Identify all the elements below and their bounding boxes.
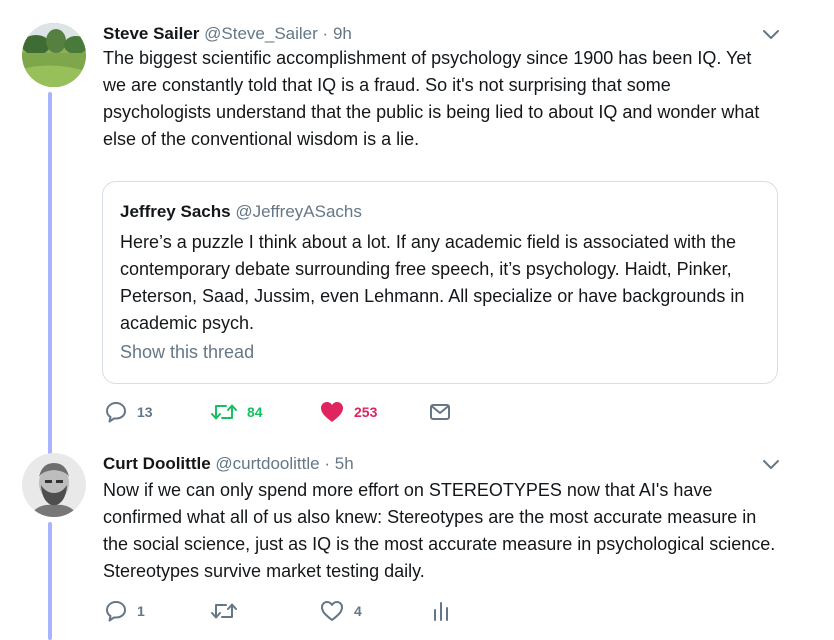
quoted-author-handle: @JeffreyASachs: [235, 202, 362, 221]
author-handle[interactable]: @curtdoolittle: [215, 454, 319, 473]
heart-icon: [321, 402, 343, 422]
quoted-tweet[interactable]: Jeffrey Sachs @JeffreyASachs Here’s a pu…: [102, 181, 778, 384]
reply-button[interactable]: 1: [105, 599, 145, 623]
like-button[interactable]: 4: [320, 599, 362, 623]
author-name[interactable]: Steve Sailer: [103, 24, 199, 43]
tweet-header: Curt Doolittle @curtdoolittle · 5h: [103, 453, 354, 475]
thread-line: [48, 522, 52, 640]
quoted-author-name: Jeffrey Sachs: [120, 202, 231, 221]
separator: ·: [324, 454, 330, 473]
reply-icon: [106, 601, 126, 622]
show-this-thread-link[interactable]: Show this thread: [120, 342, 254, 363]
analytics-button[interactable]: [431, 599, 451, 623]
envelope-icon: [430, 404, 450, 420]
direct-message-button[interactable]: [429, 400, 451, 424]
tweet-header: Steve Sailer @Steve_Sailer · 9h: [103, 23, 352, 45]
timestamp[interactable]: 9h: [333, 24, 352, 43]
tweet-text: The biggest scientific accomplishment of…: [103, 48, 760, 149]
thread-line: [48, 92, 52, 460]
quoted-tweet-text: Here’s a puzzle I think about a lot. If …: [120, 232, 745, 333]
bar-chart-icon: [434, 602, 448, 621]
reply-icon: [106, 402, 126, 423]
retweet-icon: [211, 603, 237, 619]
timestamp[interactable]: 5h: [335, 454, 354, 473]
like-count: 4: [354, 603, 362, 619]
retweet-count: 84: [247, 404, 263, 420]
chevron-down-icon[interactable]: [761, 27, 781, 41]
author-handle[interactable]: @Steve_Sailer: [204, 24, 318, 43]
avatar[interactable]: [22, 453, 86, 517]
separator: ·: [322, 24, 329, 43]
reply-count: 13: [137, 404, 153, 420]
retweet-button[interactable]: [211, 599, 247, 623]
retweet-button[interactable]: 84: [211, 400, 263, 424]
like-button[interactable]: 253: [320, 400, 377, 424]
quoted-tweet-header: Jeffrey Sachs @JeffreyASachs: [120, 202, 362, 222]
avatar[interactable]: [22, 23, 86, 87]
reply-button[interactable]: 13: [105, 400, 153, 424]
author-name[interactable]: Curt Doolittle: [103, 454, 211, 473]
chevron-down-icon[interactable]: [761, 457, 781, 471]
reply-count: 1: [137, 603, 145, 619]
heart-outline-icon: [321, 601, 343, 621]
retweet-icon: [211, 404, 237, 420]
like-count: 253: [354, 404, 378, 420]
tweet-text: Now if we can only spend more effort on …: [103, 480, 776, 581]
